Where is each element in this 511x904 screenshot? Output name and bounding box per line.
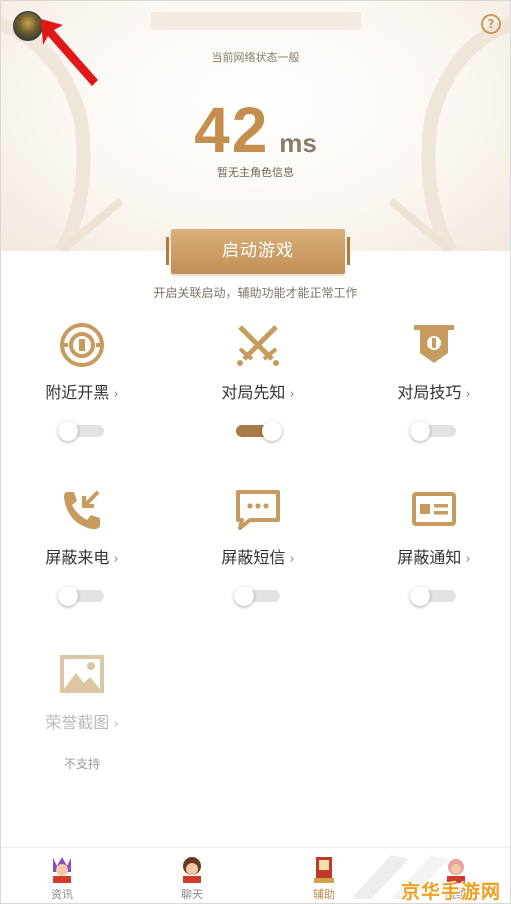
feature-honor-screenshot[interactable]: 荣誉截图 › 不支持 — [12, 653, 152, 772]
network-status-text: 当前网络状态一般 — [211, 51, 300, 64]
feature-match-foresight[interactable]: 对局先知 › — [188, 323, 328, 441]
app-screen: ? 当前网络状态一般 42 ms 暂无主角色信息 启动游戏 开启关联启动，辅助功能… — [0, 0, 511, 904]
chat-character-icon — [183, 857, 201, 883]
block-sms-toggle[interactable] — [234, 586, 280, 606]
ping-unit: ms — [279, 128, 317, 158]
target-icon — [60, 323, 104, 367]
toggle-knob — [58, 586, 78, 606]
feature-label: 对局先知 › — [221, 383, 295, 402]
incoming-call-icon — [64, 490, 100, 530]
tab-label: 聊天 — [181, 888, 203, 901]
notification-card-icon — [412, 492, 456, 526]
start-game-button[interactable]: 启动游戏 — [166, 229, 350, 274]
match-tips-toggle[interactable] — [410, 421, 456, 441]
match-foresight-toggle[interactable] — [236, 421, 282, 441]
toggle-knob — [410, 586, 430, 606]
block-notifications-toggle[interactable] — [410, 586, 456, 606]
feature-block-notifications[interactable]: 屏蔽通知 › — [364, 488, 504, 606]
feature-nearby-team[interactable]: 附近开黑 › — [12, 323, 152, 441]
feature-label: 荣誉截图 › — [45, 713, 119, 732]
message-icon — [236, 490, 280, 530]
crossed-swords-icon — [237, 325, 279, 366]
question-circle-icon[interactable]: ? — [481, 14, 501, 34]
tab-label: 资讯 — [51, 888, 73, 901]
ping-value: 42 — [194, 94, 270, 166]
tab-chat[interactable]: 聊天 — [147, 848, 237, 903]
ping-display: 42 ms — [1, 93, 510, 167]
feature-label: 屏蔽来电 › — [45, 548, 119, 567]
toggle-knob — [58, 421, 78, 441]
toggle-knob — [234, 586, 254, 606]
feature-block-sms[interactable]: 屏蔽短信 › — [188, 488, 328, 606]
toggle-knob — [262, 421, 282, 441]
feature-match-tips[interactable]: 对局技巧 › — [364, 323, 504, 441]
toggle-knob — [410, 421, 430, 441]
banner-icon — [414, 325, 454, 363]
image-icon — [60, 655, 104, 693]
nearby-team-toggle[interactable] — [58, 421, 104, 441]
tab-news[interactable]: 资讯 — [17, 848, 107, 903]
feature-label: 屏蔽短信 › — [221, 548, 295, 567]
watermark-text: 京华手游网 — [401, 881, 502, 903]
news-character-icon — [53, 857, 71, 883]
unsupported-text: 不支持 — [63, 757, 100, 771]
start-hint-text: 开启关联启动，辅助功能才能正常工作 — [153, 286, 358, 300]
feature-label: 附近开黑 › — [45, 383, 119, 402]
feature-label: 对局技巧 › — [397, 383, 471, 402]
block-calls-toggle[interactable] — [58, 586, 104, 606]
feature-label: 屏蔽通知 › — [397, 548, 471, 567]
role-info-text: 暂无主角色信息 — [217, 166, 294, 179]
feature-block-calls[interactable]: 屏蔽来电 › — [12, 488, 152, 606]
